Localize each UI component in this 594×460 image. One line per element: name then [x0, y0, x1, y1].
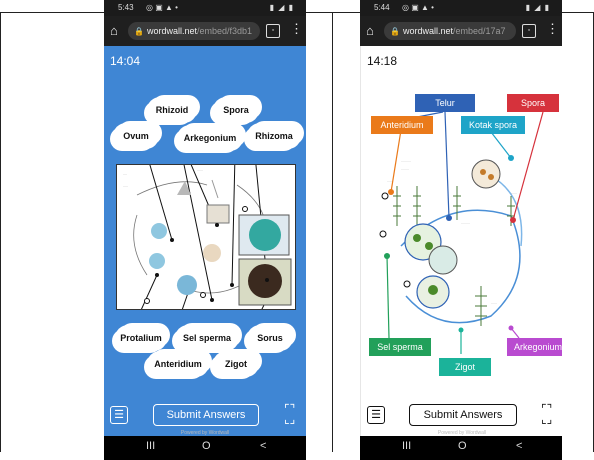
phone-screenshot-right: 5:44 ◎ ▣ ▲ • ▮ ◢ ▮ ⌂ 🔒 wordwall.net/embed… [360, 0, 562, 460]
answer-card-spora[interactable]: Spora [216, 100, 256, 120]
answer-card-rhizoma[interactable]: Rhizoma [250, 126, 298, 146]
recents-icon[interactable]: III [402, 440, 411, 452]
url-host: wordwall.net [146, 26, 197, 36]
label-arkegonium[interactable]: Arkegonium [507, 338, 562, 356]
home-nav-icon[interactable]: O [458, 440, 467, 452]
svg-text:·········: ········· [461, 221, 470, 225]
android-nav-bar: III O < [360, 436, 562, 460]
lock-icon: 🔒 [134, 27, 144, 36]
svg-text:····: ···· [123, 172, 127, 176]
table-cell-divider [332, 12, 333, 452]
wordwall-activity: 14:18 ························ ······· [360, 46, 562, 438]
recents-icon[interactable]: III [146, 440, 155, 452]
svg-text:······: ······ [511, 191, 517, 195]
browser-url-bar: ⌂ 🔒 wordwall.net/embed/17a7 ▫ ⋮ [360, 16, 562, 46]
label-kotak-spora[interactable]: Kotak spora [461, 116, 525, 134]
svg-text:··········: ·········· [401, 159, 411, 163]
answer-card-sorus[interactable]: Sorus [250, 328, 290, 348]
svg-text:······: ······ [491, 301, 497, 305]
browser-url-bar: ⌂ 🔒 wordwall.net/embed/f3db1 ▫ ⋮ [104, 16, 306, 46]
label-spora[interactable]: Spora [507, 94, 559, 112]
submit-answers-button[interactable]: Submit Answers [153, 404, 259, 426]
status-time: 5:43 [118, 3, 134, 12]
submit-answers-button[interactable]: Submit Answers [409, 404, 517, 426]
back-icon[interactable]: < [260, 440, 266, 452]
home-nav-icon[interactable]: O [202, 440, 211, 452]
fullscreen-icon[interactable]: ⌜⌝ ⌞⌟ [541, 403, 552, 425]
url-field[interactable]: 🔒 wordwall.net/embed/f3db1 [128, 22, 260, 40]
label-anteridium[interactable]: Anteridium [371, 116, 433, 134]
lock-icon: 🔒 [390, 27, 400, 36]
url-host: wordwall.net [402, 26, 453, 36]
phone-screenshot-left: 5:43 ◎ ▣ ▲ • ▮ ◢ ▮ ⌂ 🔒 wordwall.net/embed… [104, 0, 306, 460]
status-time: 5:44 [374, 3, 390, 12]
wordwall-activity: 14:04 Rhizoid Spora Ovum Arkegonium Rhiz… [104, 46, 306, 438]
overflow-menu-icon[interactable]: ⋮ [546, 21, 559, 37]
answer-card-ovum[interactable]: Ovum [116, 126, 156, 146]
android-nav-bar: III O < [104, 436, 306, 460]
signal-icons: ▮ ◢ ▮ [525, 3, 550, 12]
home-icon[interactable]: ⌂ [110, 23, 118, 38]
answer-card-rhizoid[interactable]: Rhizoid [150, 100, 194, 120]
signal-icons: ▮ ◢ ▮ [269, 3, 294, 12]
svg-text:·····: ····· [123, 184, 128, 188]
status-bar: 5:44 ◎ ▣ ▲ • ▮ ◢ ▮ [360, 0, 562, 16]
answer-card-arkegonium[interactable]: Arkegonium [180, 128, 240, 148]
menu-icon[interactable]: ☰ [367, 406, 385, 424]
diagram-illustration: ··············· [123, 154, 292, 320]
timer: 14:04 [110, 54, 141, 68]
status-icons: ◎ ▣ ▲ • [402, 3, 434, 12]
status-icons: ◎ ▣ ▲ • [146, 3, 178, 12]
tabs-icon[interactable]: ▫ [522, 24, 536, 38]
label-telur[interactable]: Telur [415, 94, 475, 112]
overflow-menu-icon[interactable]: ⋮ [290, 21, 303, 37]
label-zigot[interactable]: Zigot [439, 358, 491, 376]
tabs-icon[interactable]: ▫ [266, 24, 280, 38]
svg-text:········: ········ [401, 167, 409, 171]
url-path: /embed/f3db1 [197, 26, 253, 36]
url-field[interactable]: 🔒 wordwall.net/embed/17a7 [384, 22, 516, 40]
label-sel-sperma[interactable]: Sel sperma [369, 338, 431, 356]
url-path: /embed/17a7 [453, 26, 506, 36]
answer-card-zigot[interactable]: Zigot [216, 354, 256, 374]
table-left-border [0, 12, 1, 452]
back-icon[interactable]: < [516, 440, 522, 452]
answer-card-sel-sperma[interactable]: Sel sperma [178, 328, 236, 348]
svg-text:······: ······ [197, 168, 203, 172]
fullscreen-icon[interactable]: ⌜⌝ ⌞⌟ [284, 403, 295, 425]
fern-life-cycle-diagram: ···· ····· ······ [116, 154, 296, 320]
menu-icon[interactable]: ☰ [110, 406, 128, 424]
answer-card-protalium[interactable]: Protalium [118, 328, 164, 348]
status-bar: 5:43 ◎ ▣ ▲ • ▮ ◢ ▮ [104, 0, 306, 16]
answer-card-anteridium[interactable]: Anteridium [150, 354, 206, 374]
home-icon[interactable]: ⌂ [366, 23, 374, 38]
